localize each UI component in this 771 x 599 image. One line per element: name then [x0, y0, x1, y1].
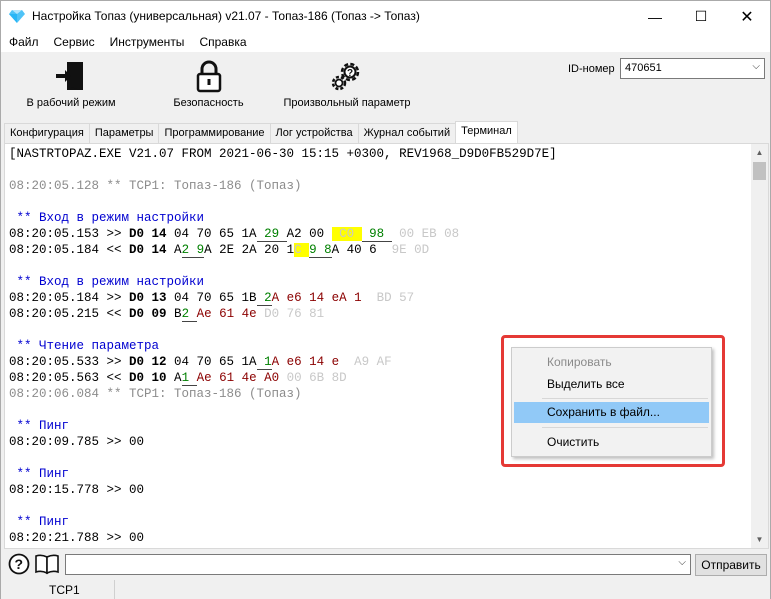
log-line: 08:20:05.184 >> D0 13 04 70 65 1B 2A e6 … [9, 291, 415, 306]
log-line: 08:20:05.184 << D0 14 A2 9A 2E 2A 20 1C … [9, 243, 430, 258]
send-button[interactable]: Отправить [695, 554, 767, 576]
menu-select-all[interactable]: Выделить все [514, 374, 709, 395]
diamond-icon [9, 10, 25, 23]
menu-clear[interactable]: Очистить [514, 432, 709, 453]
scroll-up-icon[interactable]: ▲ [751, 144, 768, 161]
security-label: Безопасность [173, 97, 244, 109]
work-mode-label: В рабочий режим [26, 97, 116, 109]
log-section: ** Вход в режим настройки [9, 211, 205, 225]
status-bar: TCP1 [1, 580, 770, 599]
menu-save-to-file[interactable]: Сохранить в файл... [514, 402, 709, 423]
log-line: 08:20:05.128 ** TCP1: Топаз-186 (Топаз) [9, 179, 302, 193]
log-line: 08:20:15.778 >> 00 [9, 483, 145, 497]
vertical-scrollbar[interactable]: ▲ ▼ [751, 144, 768, 548]
log-section: ** Вход в режим настройки [9, 275, 205, 289]
book-icon[interactable] [34, 553, 60, 575]
menu-file[interactable]: Файл [1, 32, 46, 52]
scroll-down-icon[interactable]: ▼ [751, 531, 768, 548]
log-line: 08:20:05.153 >> D0 14 04 70 65 1A 29 A2 … [9, 227, 460, 242]
app-window: Настройка Топаз (универсальная) v21.07 -… [0, 0, 771, 599]
tab-configuration[interactable]: Конфигурация [4, 123, 90, 143]
custom-param-label: Произвольный параметр [283, 97, 411, 109]
scroll-thumb[interactable] [753, 162, 766, 180]
window-title: Настройка Топаз (универсальная) v21.07 -… [32, 9, 420, 23]
close-button[interactable]: ✕ [724, 1, 770, 32]
chevron-down-icon[interactable]: ⌵ [678, 557, 686, 568]
menu-help[interactable]: Справка [191, 32, 253, 52]
command-input[interactable]: ⌵ [65, 554, 691, 575]
id-number-value: 470651 [625, 62, 662, 74]
maximize-button[interactable]: ☐ [678, 1, 724, 32]
menu-separator [542, 427, 708, 428]
context-menu: Копировать Выделить все Сохранить в файл… [511, 347, 712, 457]
menu-separator [542, 398, 708, 399]
log-section: ** Пинг [9, 467, 70, 481]
chevron-down-icon: ⌵ [752, 61, 760, 72]
lock-icon [196, 60, 221, 93]
svg-text:?: ? [15, 556, 24, 572]
tab-event-journal[interactable]: Журнал событий [357, 123, 457, 143]
exit-door-icon [56, 62, 83, 90]
menu-bar: Файл Сервис Инструменты Справка [1, 32, 770, 52]
log-line: 08:20:05.215 << D0 09 B2 Ae 61 4e D0 76 … [9, 307, 325, 322]
tab-parameters[interactable]: Параметры [88, 123, 160, 143]
menu-tools[interactable]: Инструменты [102, 32, 192, 52]
svg-text:?: ? [347, 68, 353, 79]
log-line: 08:20:21.788 >> 00 [9, 531, 145, 545]
tab-bar: Конфигурация Параметры Программирование … [4, 121, 518, 143]
title-bar: Настройка Топаз (универсальная) v21.07 -… [1, 1, 770, 32]
work-mode-button[interactable]: В рабочий режим [26, 58, 116, 116]
menu-copy[interactable]: Копировать [514, 352, 709, 373]
command-bar: ? ⌵ Отправить [1, 551, 770, 578]
tab-programming[interactable]: Программирование [158, 123, 271, 143]
custom-param-button[interactable]: ? Произвольный параметр [281, 58, 413, 116]
log-section: ** Пинг [9, 515, 70, 529]
help-icon[interactable]: ? [8, 553, 30, 575]
connection-status: TCP1 [5, 580, 115, 599]
terminal-header: [NASTRTOPAZ.EXE V21.07 FROM 2021-06-30 1… [9, 147, 557, 161]
tab-terminal[interactable]: Терминал [455, 121, 518, 143]
security-button[interactable]: Безопасность [171, 58, 246, 116]
menu-service[interactable]: Сервис [46, 32, 102, 52]
tab-device-log[interactable]: Лог устройства [269, 123, 359, 143]
id-number-label: ID-номер [568, 63, 615, 75]
gears-question-icon: ? [331, 62, 360, 91]
minimize-button[interactable]: — [632, 1, 678, 32]
id-number-select[interactable]: 470651 ⌵ [620, 58, 765, 79]
